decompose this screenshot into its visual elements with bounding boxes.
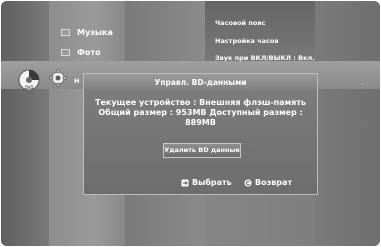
select-button[interactable]: Выбрать [181,178,232,187]
bd-player-screen: Музыка Фото Часовой пояс Настройка часов… [1,1,380,246]
return-icon [244,179,252,186]
dialog-footer: Выбрать Возврат [84,172,317,196]
menu-item-setup-label: Н [74,77,80,85]
submenu-item-clock-setup[interactable]: Настройка часов [215,37,278,45]
menu-item-photo[interactable]: Фото [61,48,101,57]
menu-band-right [315,1,380,246]
disc-icon: DVD [18,69,40,91]
dialog-info: Текущее устройство : Внешняя флэш-память… [88,98,313,128]
return-button[interactable]: Возврат [244,178,292,187]
bd-data-management-dialog: Управл. BD-данными Текущее устройство : … [83,73,318,195]
delete-bd-data-button[interactable]: Удалить BD данные [163,143,241,158]
photo-icon [61,49,70,56]
size-text: Общий размер : 953MB Доступный размер : [98,108,303,117]
disc-icon-label: DVD [25,85,34,90]
menu-item-music[interactable]: Музыка [61,28,113,37]
more-indicator: · [361,81,364,89]
menu-item-music-label: Музыка [77,28,113,37]
gear-icon [49,69,67,87]
return-label: Возврат [255,178,293,187]
menu-band-icons [1,1,49,246]
submenu-item-timezone[interactable]: Часовой пояс [215,19,265,27]
dialog-title: Управл. BD-данными [84,74,317,92]
size-text-continued: 889MB [185,118,216,127]
current-device-text: Текущее устройство : Внешняя флэш-память [95,98,306,107]
select-label: Выбрать [192,178,232,187]
music-icon [61,29,70,36]
menu-item-photo-label: Фото [77,48,101,57]
enter-icon [181,179,189,186]
